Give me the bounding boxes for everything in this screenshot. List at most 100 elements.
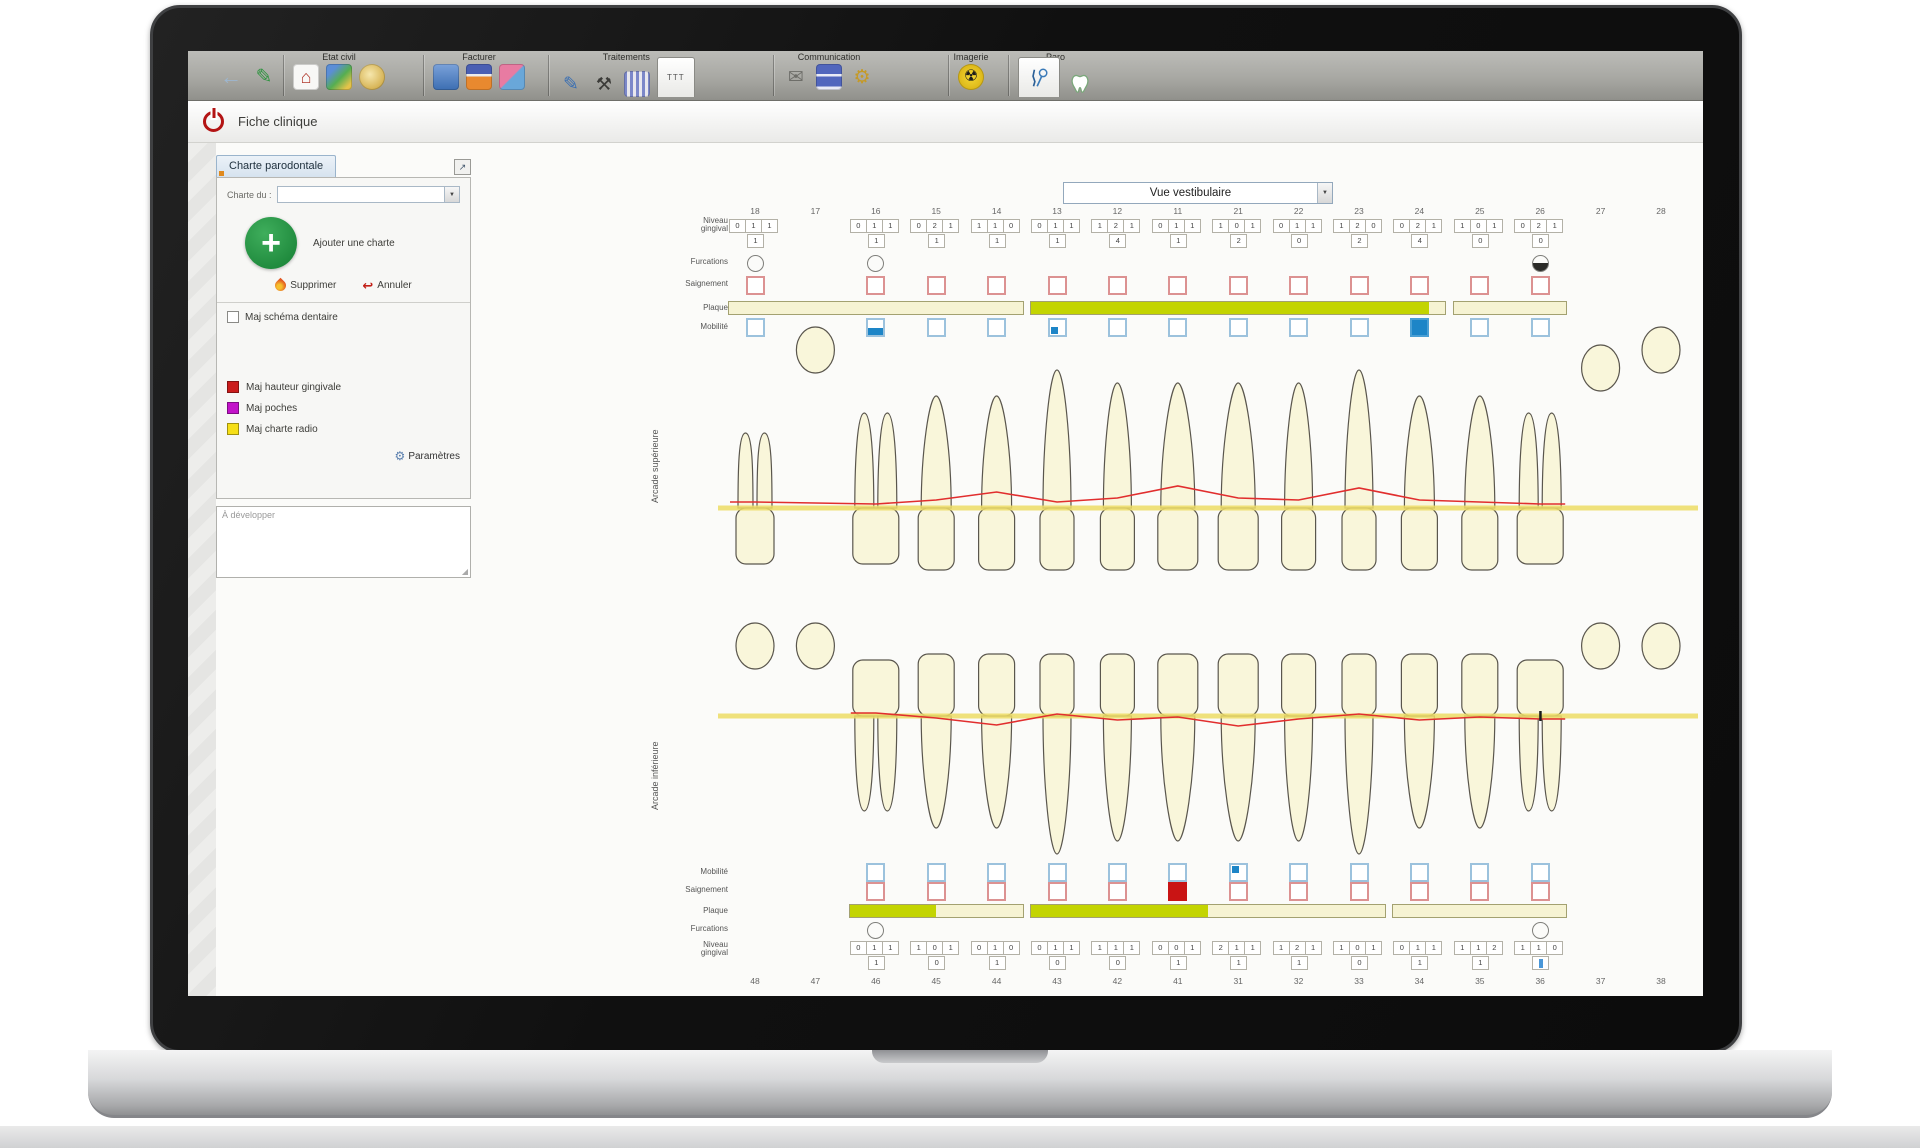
niveau-cell[interactable]: 1 bbox=[868, 956, 885, 970]
third-party-payers-icon[interactable] bbox=[433, 64, 459, 90]
niveau-cell[interactable]: 1 bbox=[1047, 941, 1064, 955]
niveau-cell[interactable]: 1 bbox=[745, 219, 762, 233]
perio-probe-tab[interactable] bbox=[1018, 57, 1060, 97]
mobilite-box[interactable] bbox=[1289, 863, 1308, 882]
legend-item[interactable]: Maj poches bbox=[227, 402, 460, 414]
envelope-icon[interactable]: ✉ bbox=[783, 64, 809, 90]
niveau-cell[interactable]: 1 bbox=[987, 941, 1004, 955]
niveau-cell[interactable]: 0 bbox=[850, 219, 867, 233]
saignement-box[interactable] bbox=[1048, 882, 1067, 901]
notes-textarea[interactable]: À développer ◢ bbox=[216, 506, 471, 578]
niveau-cell[interactable]: 4 bbox=[1109, 234, 1126, 248]
niveau-cell[interactable]: 1 bbox=[1184, 941, 1201, 955]
niveau-cell[interactable]: 1 bbox=[1454, 941, 1471, 955]
niveau-cell[interactable]: 0 bbox=[1514, 219, 1531, 233]
niveau-cell[interactable]: 1 bbox=[1305, 219, 1322, 233]
saignement-box[interactable] bbox=[1470, 882, 1489, 901]
mobilite-box[interactable] bbox=[1531, 318, 1550, 337]
niveau-cell[interactable]: 4 bbox=[1411, 234, 1428, 248]
niveau-cell[interactable]: 1 bbox=[1244, 219, 1261, 233]
niveau-cell[interactable]: 1 bbox=[866, 219, 883, 233]
niveau-cell[interactable]: 0 bbox=[1003, 219, 1020, 233]
niveau-cell[interactable]: 0 bbox=[1273, 219, 1290, 233]
furcation-circle[interactable] bbox=[1532, 255, 1549, 272]
mobilite-box[interactable] bbox=[746, 318, 765, 337]
saignement-box[interactable] bbox=[1289, 882, 1308, 901]
niveau-cell[interactable]: 0 bbox=[1003, 941, 1020, 955]
furcation-circle[interactable] bbox=[747, 255, 764, 272]
saignement-box[interactable] bbox=[1410, 276, 1429, 295]
mobilite-box[interactable] bbox=[1470, 318, 1489, 337]
mobilite-box[interactable] bbox=[1229, 318, 1248, 337]
niveau-cell[interactable]: 0 bbox=[1152, 219, 1169, 233]
saignement-box[interactable] bbox=[1350, 882, 1369, 901]
settings-link[interactable]: ⚙ Paramètres bbox=[227, 449, 460, 463]
mobilite-box[interactable] bbox=[1229, 863, 1248, 882]
niveau-cell[interactable]: 1 bbox=[1305, 941, 1322, 955]
expand-panel-button[interactable]: ↗ bbox=[454, 159, 471, 175]
niveau-cell[interactable]: 1 bbox=[989, 234, 1006, 248]
niveau-cell[interactable]: 0 bbox=[1393, 219, 1410, 233]
niveau-cell[interactable]: 1 bbox=[942, 941, 959, 955]
niveau-cell[interactable]: 1 bbox=[1291, 956, 1308, 970]
niveau-cell[interactable]: 1 bbox=[761, 219, 778, 233]
niveau-cell[interactable]: 1 bbox=[1273, 941, 1290, 955]
niveau-cell[interactable]: 0 bbox=[1393, 941, 1410, 955]
niveau-cell[interactable]: 0 bbox=[1152, 941, 1169, 955]
niveau-cell[interactable]: 1 bbox=[1123, 941, 1140, 955]
mobilite-box[interactable] bbox=[927, 318, 946, 337]
view-select[interactable]: Vue vestibulaire ▼ bbox=[1063, 182, 1333, 204]
niveau-cell[interactable]: 1 bbox=[942, 219, 959, 233]
niveau-cell[interactable]: 0 bbox=[1228, 219, 1245, 233]
chevron-down-icon[interactable]: ▼ bbox=[1317, 183, 1332, 203]
saignement-box[interactable] bbox=[1531, 276, 1550, 295]
chevron-down-icon[interactable]: ▼ bbox=[444, 187, 459, 202]
niveau-cell[interactable]: 0 bbox=[971, 941, 988, 955]
niveau-cell[interactable]: 1 bbox=[1049, 234, 1066, 248]
xray-worker-icon[interactable]: ⚒ bbox=[591, 71, 617, 97]
saignement-box[interactable] bbox=[746, 276, 765, 295]
niveau-cell[interactable]: 0 bbox=[850, 941, 867, 955]
add-charte-button[interactable]: + bbox=[245, 217, 297, 269]
niveau-cell[interactable]: 1 bbox=[1472, 956, 1489, 970]
mobilite-box[interactable] bbox=[1108, 318, 1127, 337]
saignement-box[interactable] bbox=[987, 882, 1006, 901]
furcation-circle[interactable] bbox=[867, 922, 884, 939]
niveau-cell[interactable]: 1 bbox=[1244, 941, 1261, 955]
plaque-bar[interactable] bbox=[1392, 904, 1567, 918]
niveau-cell[interactable]: 0 bbox=[1049, 956, 1066, 970]
niveau-cell[interactable]: 1 bbox=[1486, 219, 1503, 233]
plaque-bar[interactable] bbox=[1453, 301, 1567, 315]
mobilite-box[interactable] bbox=[866, 863, 885, 882]
niveau-cell[interactable]: 1 bbox=[1411, 956, 1428, 970]
niveau-cell[interactable]: 0 bbox=[1365, 219, 1382, 233]
mobilite-box[interactable] bbox=[1168, 863, 1187, 882]
niveau-cell[interactable]: 0 bbox=[729, 219, 746, 233]
niveau-cell[interactable]: 1 bbox=[1184, 219, 1201, 233]
niveau-cell[interactable]: 1 bbox=[1170, 956, 1187, 970]
niveau-cell[interactable]: 1 bbox=[1091, 219, 1108, 233]
niveau-cell[interactable]: 0 bbox=[928, 956, 945, 970]
niveau-cell[interactable]: 0 bbox=[1168, 941, 1185, 955]
niveau-cell[interactable]: 1 bbox=[1170, 234, 1187, 248]
niveau-cell[interactable]: 0 bbox=[1031, 941, 1048, 955]
resize-handle-icon[interactable]: ◢ bbox=[462, 567, 468, 576]
furcation-circle[interactable] bbox=[1532, 922, 1549, 939]
niveau-cell[interactable]: 0 bbox=[926, 941, 943, 955]
niveau-cell[interactable]: 1 bbox=[1091, 941, 1108, 955]
plaque-bar[interactable] bbox=[849, 904, 1024, 918]
mobilite-box[interactable] bbox=[1350, 863, 1369, 882]
niveau-cell[interactable]: 1 bbox=[1063, 219, 1080, 233]
niveau-cell[interactable]: 1 bbox=[1514, 941, 1531, 955]
niveau-cell[interactable]: 1 bbox=[1409, 941, 1426, 955]
saignement-box[interactable] bbox=[1470, 276, 1489, 295]
saignement-box[interactable] bbox=[866, 276, 885, 295]
saignement-box[interactable] bbox=[927, 276, 946, 295]
niveau-cell[interactable]: 1 bbox=[1123, 219, 1140, 233]
niveau-cell[interactable]: 1 bbox=[747, 234, 764, 248]
niveau-cell[interactable]: 1 bbox=[1168, 219, 1185, 233]
mobilite-box[interactable] bbox=[1531, 863, 1550, 882]
delete-button[interactable]: Supprimer bbox=[275, 279, 336, 292]
saignement-box[interactable] bbox=[1350, 276, 1369, 295]
niveau-cell[interactable]: 1 bbox=[1365, 941, 1382, 955]
